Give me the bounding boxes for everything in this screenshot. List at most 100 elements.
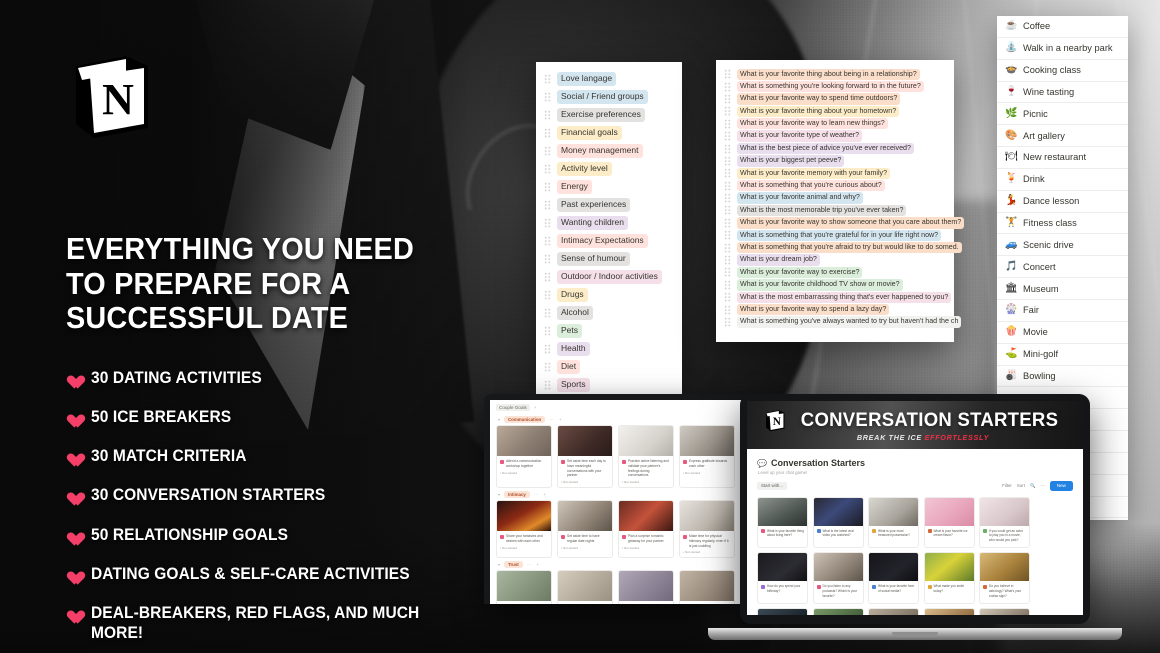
drag-handle-icon[interactable] [544,128,551,138]
drag-handle-icon[interactable] [544,164,551,174]
trait-label[interactable]: Financial goals [557,125,622,141]
questions-list-panel[interactable]: What is your favorite thing about being … [716,60,965,342]
trait-row[interactable]: Past experiences [544,196,676,214]
goal-card[interactable]: Respect boundaries• Not started [618,570,674,604]
start-with-button[interactable]: Start with... [757,481,787,490]
more-options-button[interactable]: ⋯ [1040,483,1044,489]
drag-handle-icon[interactable] [544,380,551,390]
trait-row[interactable]: Activity level [544,160,676,178]
filter-button[interactable]: Filter [1002,483,1012,488]
question-row[interactable]: What is something that you're afraid to … [724,241,962,254]
section-options[interactable]: ⋯ + [527,562,541,568]
drag-handle-icon[interactable] [724,143,731,154]
drag-handle-icon[interactable] [724,106,731,117]
question-label[interactable]: What is something you're looking forward… [737,80,924,93]
conversation-card[interactable]: What made you smile today? [923,552,975,604]
trait-row[interactable]: Pets [544,322,676,340]
activity-row[interactable]: 🏋 Fitness class [997,213,1128,235]
conversation-card[interactable]: The best piece of advice you ever receiv… [923,608,975,615]
goal-card[interactable]: Keep your promises• Not started [557,570,613,604]
drag-handle-icon[interactable] [724,279,731,290]
trait-label[interactable]: Drugs [557,287,588,303]
question-row[interactable]: What is something that you're curious ab… [724,180,950,192]
activity-label[interactable]: Art gallery [1023,131,1065,141]
trait-row[interactable]: Exercise preferences [544,106,676,124]
conversation-card[interactable]: What is your favorite thing about living… [757,496,808,548]
drag-handle-icon[interactable] [544,254,551,264]
activity-label[interactable]: Dance lesson [1023,196,1079,206]
question-label[interactable]: What is your favorite way to spend a laz… [737,303,890,316]
trait-label[interactable]: Sports [557,377,590,393]
trait-label[interactable]: Alcohol [557,305,593,321]
activity-row[interactable]: 🍿 Movie [997,322,1128,344]
trait-label[interactable]: Wanting children [557,215,628,231]
tablet-screen[interactable]: N CONVERSATION STARTERS BREAK THE ICE EF… [747,401,1083,615]
trait-label[interactable]: Social / Friend groups [557,89,648,105]
question-row[interactable]: What is your favorite childhood TV show … [724,279,950,291]
question-row[interactable]: What is your favorite way to spend time … [724,93,950,105]
question-row[interactable]: What is your favorite type of weather? [724,130,950,142]
activity-label[interactable]: Fair [1023,305,1039,315]
drag-handle-icon[interactable] [724,168,731,179]
goal-card[interactable]: Support each other• Not started [679,570,735,604]
trait-label[interactable]: Love langage [557,71,617,87]
conversation-card[interactable]: Do you listen to any podcasts? Which is … [812,552,864,604]
activity-label[interactable]: Walk in a nearby park [1023,43,1113,53]
trait-row[interactable]: Diet [544,358,676,376]
question-row[interactable]: What is your favorite memory with your f… [724,167,950,179]
drag-handle-icon[interactable] [724,242,731,253]
conversation-card[interactable]: How do you spend your birthday? [757,552,808,604]
activity-row[interactable]: 🍽 New restaurant [997,147,1128,169]
section-name[interactable]: Intimacy [504,491,530,499]
goal-card[interactable]: Attend a communication workshop together… [496,425,552,489]
trait-row[interactable]: Money management [544,142,676,160]
question-label[interactable]: What is something that you're curious ab… [737,180,885,192]
question-label[interactable]: What is your favorite way to exercise? [737,266,863,279]
conversation-card[interactable]: If you could have a superpower, what wou… [979,608,1030,615]
question-row[interactable]: What is the most memorable trip you've e… [724,204,950,217]
trait-row[interactable]: Drugs [544,286,676,304]
conversation-card[interactable]: What is your favorite ice cream flavor? [923,496,975,548]
question-row[interactable]: What is your favorite animal and why? [724,192,950,204]
question-row[interactable]: What is your favorite way to learn new t… [724,118,950,130]
activity-label[interactable]: Concert [1023,262,1056,272]
trait-label[interactable]: Energy [557,179,592,195]
drag-handle-icon[interactable] [724,69,731,80]
section-name[interactable]: Trust [504,561,523,569]
drag-handle-icon[interactable] [724,118,731,129]
drag-handle-icon[interactable] [544,146,551,156]
trait-row[interactable]: Intimacy Expectations [544,232,676,250]
question-label[interactable]: What is the best piece of advice you've … [737,142,914,155]
drag-handle-icon[interactable] [724,131,731,142]
goal-card[interactable]: Express gratitude towards each other • No… [679,425,735,489]
section-header[interactable]: ▾ Intimacy ⋯ + [490,488,751,500]
sort-button[interactable]: Sort [1017,483,1025,488]
section-options[interactable]: ⋯ + [549,417,563,423]
question-label[interactable]: What is something that you're grateful f… [737,229,942,241]
drag-handle-icon[interactable] [724,93,731,104]
activity-row[interactable]: 🎡 Fair [997,300,1128,322]
question-row[interactable]: What is your favorite thing about your h… [724,105,950,118]
question-row[interactable]: What is something that you're grateful f… [724,229,950,241]
question-label[interactable]: What is your favorite way to learn new t… [737,118,888,130]
drag-handle-icon[interactable] [544,200,551,210]
trait-row[interactable]: Health [544,340,676,358]
goal-card[interactable]: Make time for physical intimacy regularl… [679,500,735,559]
drag-handle-icon[interactable] [724,205,731,216]
drag-handle-icon[interactable] [544,218,551,228]
conversation-card[interactable]: What is your favorite form of social med… [868,552,919,604]
activity-label[interactable]: Cooking class [1023,65,1081,75]
drag-handle-icon[interactable] [724,267,731,278]
drag-handle-icon[interactable] [724,292,731,303]
trait-label[interactable]: Health [557,341,590,357]
trait-label[interactable]: Money management [557,143,643,159]
drag-handle-icon[interactable] [724,193,731,204]
drag-handle-icon[interactable] [544,74,551,84]
trait-label[interactable]: Activity level [557,161,612,177]
goal-card[interactable]: Share your fantasies and desires with ea… [496,500,552,559]
question-label[interactable]: What is your favorite type of weather? [737,130,863,142]
trait-label[interactable]: Diet [557,359,581,375]
question-label[interactable]: What is your favorite way to spend time … [737,93,901,105]
question-label[interactable]: What is your dream job? [737,254,820,266]
drag-handle-icon[interactable] [544,362,551,372]
